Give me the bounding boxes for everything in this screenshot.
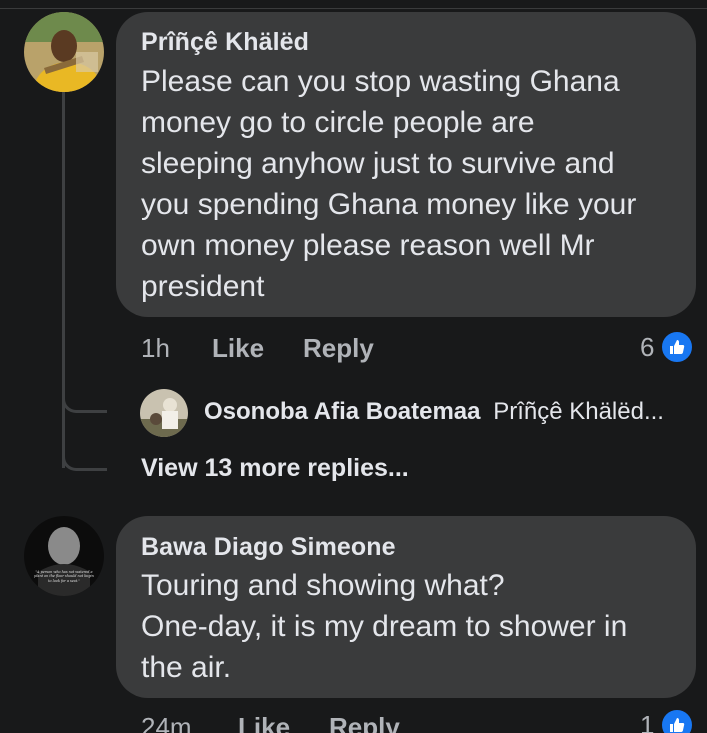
reply-button[interactable]: Reply <box>303 333 374 364</box>
reaction-summary[interactable]: 6 <box>640 330 695 364</box>
reaction-summary[interactable]: 1 <box>640 708 695 733</box>
comment-bubble[interactable]: Prîñçê Khälëd Please can you stop wastin… <box>116 12 696 317</box>
avatar[interactable] <box>24 12 104 92</box>
avatar[interactable]: "A person who has not watered a plant on… <box>24 516 104 596</box>
reply-snippet: Prîñçê Khälëd... <box>493 398 664 425</box>
comment-timestamp[interactable]: 1h <box>141 333 170 364</box>
like-button[interactable]: Like <box>238 712 290 733</box>
comment-text: Please can you stop wasting Ghana money … <box>141 65 637 303</box>
view-more-replies-link[interactable]: View 13 more replies... <box>141 454 409 483</box>
reaction-count: 1 <box>640 709 655 733</box>
comments-panel: Prîñçê Khälëd Please can you stop wastin… <box>0 0 707 733</box>
reply-button[interactable]: Reply <box>329 712 400 733</box>
top-divider <box>0 0 707 9</box>
thumbs-up-icon <box>660 330 695 364</box>
thread-line-branch-1 <box>62 380 107 413</box>
user-photo-icon <box>140 389 188 437</box>
comment-text: Touring and showing what? One-day, it is… <box>141 569 628 684</box>
like-button[interactable]: Like <box>212 333 264 364</box>
avatar[interactable] <box>140 389 188 437</box>
comment-timestamp[interactable]: 24m <box>141 712 192 733</box>
comment-author[interactable]: Bawa Diago Simeone <box>141 533 396 562</box>
comment-bubble[interactable]: Bawa Diago Simeone Touring and showing w… <box>116 516 696 698</box>
avatar-quote: "A person who has not watered a plant on… <box>34 570 94 583</box>
reply-author[interactable]: Osonoba Afia Boatemaa <box>204 398 481 425</box>
reaction-count: 6 <box>640 331 655 362</box>
reply-preview[interactable]: Osonoba Afia Boatemaa Prîñçê Khälëd... <box>204 398 664 426</box>
thread-line-main <box>62 92 65 468</box>
thread-line-branch-2 <box>62 440 107 471</box>
user-photo-icon <box>24 12 104 92</box>
comment-author[interactable]: Prîñçê Khälëd <box>141 28 309 57</box>
user-photo-icon <box>24 516 104 596</box>
thumbs-up-icon <box>660 708 695 733</box>
